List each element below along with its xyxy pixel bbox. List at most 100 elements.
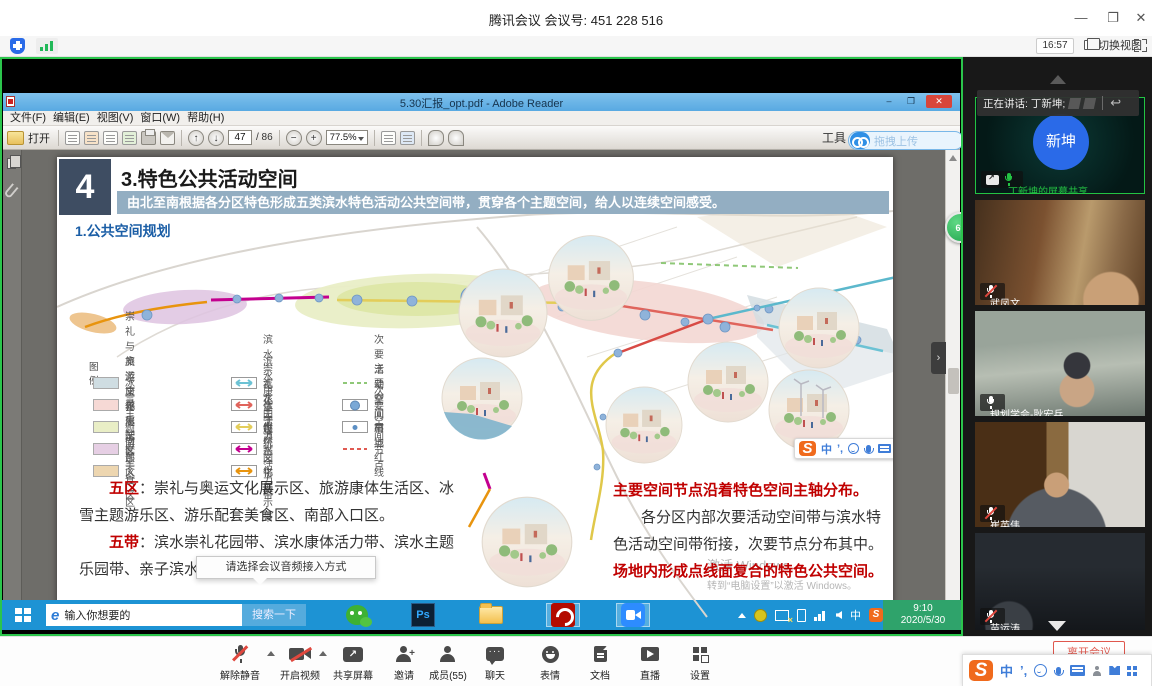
print-icon[interactable]	[141, 131, 156, 145]
adobe-titlebar[interactable]: 5.30汇报_opt.pdf - Adobe Reader – ❐ ✕	[3, 93, 960, 111]
legend-node-mark	[342, 421, 368, 433]
sogou-ime-mini-toolbar[interactable]: S 中 ’,	[794, 438, 893, 459]
network-signal-icon	[36, 38, 58, 54]
adobe-title: 5.30汇报_opt.pdf - Adobe Reader	[3, 95, 960, 111]
save-icon[interactable]	[65, 131, 80, 145]
mic-muted-icon: 武凤文	[985, 285, 996, 298]
ime-keyboard-icon[interactable]	[878, 444, 891, 453]
participant-tile[interactable]: 规划学会-耿宏兵	[975, 311, 1145, 416]
legend-node-mark	[342, 399, 368, 411]
ime-skin-icon[interactable]	[1109, 666, 1120, 675]
camera-options-arrow[interactable]	[319, 651, 327, 656]
participant-name: 武凤文	[980, 283, 1005, 300]
scroll-up-icon[interactable]	[949, 155, 957, 161]
ime-punctuation-toggle[interactable]: ’,	[1020, 663, 1027, 678]
mic-on-icon: 规划学会-耿宏兵	[985, 396, 996, 409]
windows-logo-icon	[15, 608, 31, 622]
participant-tile[interactable]: 崔英伟	[975, 422, 1145, 527]
page-number-input[interactable]: 47	[228, 130, 252, 145]
adobe-restore-button[interactable]: ❐	[902, 95, 920, 108]
adobe-menu-item[interactable]: 窗口(W)	[140, 111, 180, 125]
sogou-logo-icon[interactable]: S	[969, 660, 993, 681]
legend-zone-swatch	[93, 421, 119, 433]
participant-name: 规划学会-耿宏兵	[980, 394, 1005, 411]
participant-tile[interactable]: 苗运涛	[975, 533, 1145, 630]
sidebar-scroll-up-icon[interactable]	[1050, 75, 1066, 84]
scrollbar-thumb[interactable]	[948, 368, 959, 394]
open-file-icon[interactable]	[7, 131, 24, 145]
ime-language-toggle[interactable]: 中	[1000, 661, 1013, 680]
toast-reply-icon[interactable]: ↩	[1110, 98, 1121, 108]
fullscreen-button[interactable]	[1134, 39, 1147, 52]
page-down-icon[interactable]: ↓	[208, 130, 224, 146]
save-copy-icon[interactable]	[84, 131, 99, 145]
ime-voice-icon[interactable]	[1056, 667, 1061, 675]
section-title: 1.公共空间规划	[75, 221, 171, 241]
email-icon[interactable]	[160, 131, 175, 145]
minimize-button[interactable]: —	[1068, 8, 1094, 28]
ime-punctuation-toggle[interactable]: ’,	[837, 443, 843, 455]
mic-muted-icon: 崔英伟	[985, 507, 996, 520]
tools-button[interactable]: 工具	[822, 129, 846, 146]
zoom-in-icon[interactable]: +	[306, 130, 322, 146]
taskbar-clock[interactable]: 9:10 2020/5/30	[883, 600, 963, 630]
speaking-toast: 正在讲话: 丁新坤; ↩	[977, 90, 1139, 116]
adobe-close-button[interactable]: ✕	[926, 95, 952, 108]
ime-emoji-icon[interactable]	[1034, 664, 1047, 677]
close-button[interactable]: ✕	[1128, 8, 1152, 28]
ime-emoji-icon[interactable]	[848, 443, 859, 454]
page-up-icon[interactable]: ↑	[188, 130, 204, 146]
screen: 腾讯会议 会议号: 451 228 516 — ❐ ✕ 16:57 切换视图 5…	[0, 0, 1152, 686]
comment-bubble-icon[interactable]	[428, 130, 444, 146]
adobe-menu-item[interactable]: 视图(V)	[97, 111, 134, 125]
mic-options-arrow[interactable]	[267, 651, 275, 656]
meeting-controlbar: 解除静音开启视频↗共享屏幕+邀请成员(55)···聊天表情文档直播设置 离开会议…	[0, 636, 1152, 686]
ime-account-icon[interactable]	[1092, 666, 1102, 676]
zoom-level-select[interactable]: 77.5%	[326, 130, 368, 145]
speaker-avatar-icon	[1083, 98, 1096, 109]
legend-marks-column: 次要活动空间带主要空间节点次要空间节点用地红线	[342, 372, 384, 460]
adobe-menu-item[interactable]: 编辑(E)	[53, 111, 90, 125]
ime-toolbox-icon[interactable]	[1127, 666, 1137, 676]
adobe-menu-item[interactable]: 文件(F)	[10, 111, 46, 125]
slide-subtitle: 由北至南根据各分区特色形成五类滨水特色活动公共空间带，贯穿各个主题空间，给人以连…	[117, 191, 889, 214]
control-settings[interactable]: 设置	[668, 642, 732, 682]
ime-keyboard-icon[interactable]	[1070, 665, 1085, 676]
fit-width-icon[interactable]	[381, 131, 396, 145]
zoom-out-icon[interactable]: −	[286, 130, 302, 146]
control-mic-muted[interactable]: 解除静音	[208, 642, 272, 682]
legend-band-arrow	[231, 399, 257, 411]
weiyun-upload-hint[interactable]: 拖拽上传	[848, 131, 963, 150]
ime-language-toggle[interactable]: 中	[821, 441, 832, 457]
para1-lead: 五区	[109, 480, 139, 497]
open-label[interactable]: 打开	[28, 130, 50, 146]
shared-screen: 5.30汇报_opt.pdf - Adobe Reader – ❐ ✕ 文件(F…	[0, 57, 963, 636]
chapter-number: 4	[59, 159, 111, 215]
sign-icon[interactable]	[103, 131, 118, 145]
control-label: 解除静音	[208, 667, 272, 682]
meeting-title: 腾讯会议 会议号: 451 228 516	[0, 10, 1152, 29]
adobe-menu-item[interactable]: 帮助(H)	[187, 111, 224, 125]
restore-button[interactable]: ❐	[1100, 8, 1126, 28]
legend-dash-mark	[342, 443, 368, 455]
meeting-clock: 16:57	[1036, 38, 1074, 54]
sogou-logo-icon[interactable]: S	[799, 441, 816, 456]
sogou-ime-toolbar[interactable]: S 中 ’,	[962, 654, 1152, 686]
pages-panel-icon[interactable]	[7, 158, 16, 169]
attachments-panel-icon[interactable]	[3, 183, 18, 199]
participant-tile[interactable]: 武凤文	[975, 200, 1145, 305]
ime-voice-icon[interactable]	[866, 445, 871, 453]
sidebar-scroll-down-icon[interactable]	[1048, 621, 1066, 631]
fit-page-icon[interactable]	[400, 131, 415, 145]
avatar: 新坤	[1033, 114, 1089, 170]
adobe-toolbar: 打开 ↑ ↓ 47 / 86 − + 77.5%	[3, 126, 960, 150]
side-panel-tab[interactable]: ›	[931, 342, 946, 374]
legend-bands-column: 滨水崇礼花园带滨水康体活力带滨水主题乐园带亲子滨水活力带传统文化展示带	[231, 372, 273, 482]
start-button[interactable]	[6, 600, 40, 630]
adobe-minimize-button[interactable]: –	[880, 95, 898, 108]
export-icon[interactable]	[122, 131, 137, 145]
participant-name: 丁新坤的屏幕共享	[981, 171, 1023, 188]
settings-icon	[668, 642, 732, 666]
key-points-paragraph: 主要空间节点沿着特色空间主轴分布。 各分区内部次要活动空间带与滨水特 色活动空间…	[613, 477, 893, 585]
highlight-icon[interactable]	[448, 130, 464, 146]
